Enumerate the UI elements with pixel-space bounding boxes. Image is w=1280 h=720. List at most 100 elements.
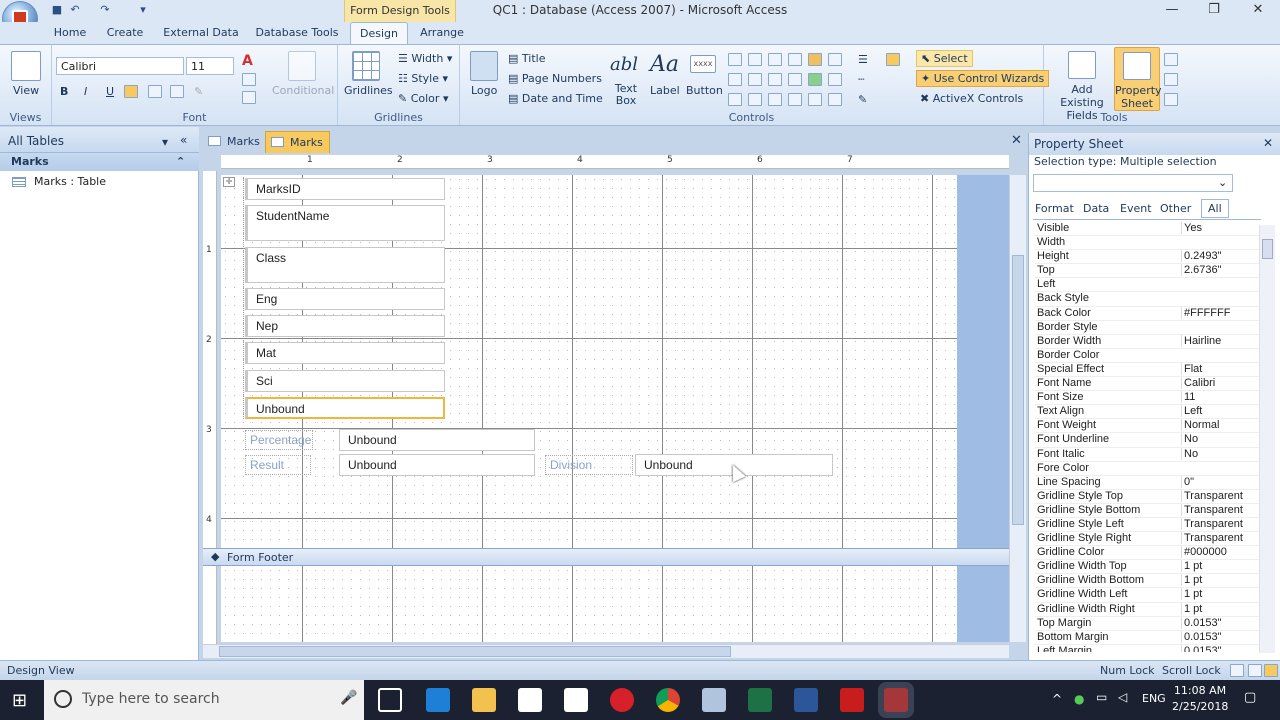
prop-tab-event[interactable]: Event bbox=[1120, 202, 1152, 215]
italic-button[interactable]: I bbox=[84, 85, 87, 98]
horizontal-scroll-thumb[interactable] bbox=[219, 646, 731, 657]
field-studentname-textbox[interactable]: StudentName bbox=[245, 205, 445, 241]
activex-button[interactable]: ✖ ActiveX Controls bbox=[920, 92, 1023, 105]
layout-view-icon[interactable] bbox=[1248, 664, 1262, 677]
doc-tab-marks-2[interactable]: Marks bbox=[265, 131, 330, 153]
qat-customize-icon[interactable]: ▾ bbox=[136, 3, 150, 17]
nav-group-marks[interactable]: Marks ⌃ bbox=[0, 153, 199, 171]
property-sheet-close-icon[interactable]: ✕ bbox=[1263, 136, 1273, 150]
view-code-icon[interactable] bbox=[1164, 93, 1178, 106]
property-value[interactable]: #000000 bbox=[1181, 546, 1259, 559]
title-button[interactable]: ▤ Title bbox=[508, 52, 545, 65]
tab-order-icon[interactable] bbox=[1164, 53, 1178, 66]
minimize-button[interactable]: — bbox=[1150, 0, 1194, 22]
property-row[interactable]: Bottom Margin 0.0153" bbox=[1035, 630, 1259, 645]
property-row[interactable]: Width bbox=[1035, 236, 1259, 251]
property-sheet-button[interactable]: Property Sheet bbox=[1114, 47, 1162, 111]
tab-create[interactable]: Create bbox=[102, 22, 148, 44]
property-row[interactable]: Left bbox=[1035, 278, 1259, 293]
underline-button[interactable]: U bbox=[106, 85, 114, 98]
volume-icon[interactable]: ◁ bbox=[1118, 690, 1127, 704]
file-explorer-icon[interactable] bbox=[472, 688, 496, 712]
conditional-icon[interactable] bbox=[288, 51, 316, 81]
vertical-scrollbar[interactable] bbox=[1009, 175, 1026, 642]
font-color-icon[interactable]: A bbox=[242, 53, 253, 69]
nav-header[interactable]: All Tables ▾ « bbox=[0, 127, 199, 153]
align-left-icon[interactable] bbox=[124, 85, 138, 98]
property-row[interactable]: Height 0.2493" bbox=[1035, 250, 1259, 265]
align-center-icon[interactable] bbox=[148, 85, 162, 98]
property-value[interactable]: Yes bbox=[1181, 222, 1259, 234]
bound-frame-icon[interactable] bbox=[828, 93, 842, 106]
property-row[interactable]: Font Name Calibri bbox=[1035, 377, 1259, 392]
task-view-icon[interactable] bbox=[378, 688, 402, 712]
option-button-icon[interactable] bbox=[748, 93, 762, 106]
tab-database-tools[interactable]: Database Tools bbox=[252, 22, 342, 44]
taskbar-search-box[interactable]: Type here to search 🎤 bbox=[44, 680, 364, 720]
toggle-icon[interactable] bbox=[828, 73, 842, 86]
notifications-icon[interactable]: ▢ bbox=[1244, 690, 1256, 705]
line-type-icon[interactable]: ┄ bbox=[858, 73, 872, 86]
clock-date[interactable]: 2/25/2018 bbox=[1172, 700, 1228, 713]
property-value[interactable]: 0.0153" bbox=[1181, 630, 1259, 643]
property-value[interactable]: Transparent bbox=[1181, 489, 1259, 502]
chart-icon[interactable] bbox=[808, 53, 822, 66]
web-browser-icon[interactable] bbox=[768, 53, 782, 66]
property-value[interactable]: 2.6736" bbox=[1181, 264, 1259, 277]
button-button[interactable]: Button bbox=[686, 84, 723, 97]
property-scrollbar[interactable] bbox=[1259, 225, 1275, 653]
check-box-icon[interactable] bbox=[768, 73, 782, 86]
navigation-icon[interactable] bbox=[788, 53, 802, 66]
property-row[interactable]: Text Align Left bbox=[1035, 405, 1259, 420]
format-painter-icon[interactable]: ✎ bbox=[194, 85, 208, 98]
percentage-textbox[interactable]: Unbound bbox=[339, 429, 535, 451]
line-thickness-icon[interactable]: ☰ bbox=[858, 53, 872, 66]
line-color-icon[interactable]: ✎ bbox=[858, 93, 872, 106]
tab-external-data[interactable]: External Data bbox=[162, 22, 240, 44]
tab-arrange[interactable]: Arrange bbox=[414, 22, 470, 44]
property-row[interactable]: Left Margin 0.0153" bbox=[1035, 644, 1259, 652]
option-group-icon[interactable] bbox=[828, 53, 842, 66]
property-value[interactable]: Transparent bbox=[1181, 517, 1259, 530]
word-icon[interactable] bbox=[794, 688, 818, 712]
property-row[interactable]: Font Weight Normal bbox=[1035, 419, 1259, 434]
chrome-icon[interactable] bbox=[656, 688, 680, 712]
property-value[interactable]: Transparent bbox=[1181, 503, 1259, 516]
field-eng-textbox[interactable]: Eng bbox=[245, 288, 445, 310]
start-icon[interactable]: ⊞ bbox=[12, 690, 27, 711]
access-icon[interactable] bbox=[884, 688, 908, 712]
attachment-icon[interactable] bbox=[808, 93, 822, 106]
form-footer-bar[interactable]: ◆ Form Footer bbox=[203, 548, 1009, 566]
tab-control-icon[interactable] bbox=[728, 53, 742, 66]
combo-box-icon[interactable] bbox=[728, 73, 742, 86]
property-value[interactable]: 0.2493" bbox=[1181, 250, 1259, 263]
tray-chevron-icon[interactable]: ^ bbox=[1052, 692, 1062, 706]
text-box-button[interactable]: Text Box bbox=[614, 83, 638, 107]
prop-tab-format[interactable]: Format bbox=[1035, 202, 1074, 215]
alt-fill-icon[interactable] bbox=[242, 91, 256, 104]
save-icon[interactable]: ■ bbox=[50, 3, 64, 17]
property-value[interactable]: Left bbox=[1181, 405, 1259, 418]
view-icon[interactable] bbox=[11, 51, 41, 81]
property-row[interactable]: Font Underline No bbox=[1035, 433, 1259, 448]
redo-icon[interactable]: ↷ bbox=[98, 3, 112, 17]
edge-icon[interactable] bbox=[426, 688, 450, 712]
field-class-textbox[interactable]: Class bbox=[245, 247, 445, 283]
field-nep-textbox[interactable]: Nep bbox=[245, 315, 445, 337]
property-value[interactable]: 1 pt bbox=[1181, 560, 1259, 573]
field-marksid-textbox[interactable]: MarksID bbox=[245, 178, 445, 200]
doc-tab-marks-1[interactable]: Marks bbox=[203, 131, 266, 153]
property-row[interactable]: Gridline Style Bottom Transparent bbox=[1035, 503, 1259, 518]
property-value[interactable]: No bbox=[1181, 433, 1259, 446]
property-value[interactable]: 0" bbox=[1181, 475, 1259, 488]
tray-app-icon[interactable]: ● bbox=[1074, 692, 1084, 706]
logo-button[interactable]: Logo bbox=[471, 84, 497, 97]
select-control-icon[interactable] bbox=[886, 53, 900, 66]
prop-tab-data[interactable]: Data bbox=[1083, 202, 1109, 215]
gridlines-button[interactable]: Gridlines bbox=[344, 84, 393, 97]
subform-icon[interactable] bbox=[1164, 73, 1178, 86]
collapse-icon[interactable]: ⌃ bbox=[176, 155, 185, 168]
bold-button[interactable]: B bbox=[60, 85, 68, 98]
property-row[interactable]: Gridline Style Right Transparent bbox=[1035, 532, 1259, 547]
property-value[interactable]: Calibri bbox=[1181, 377, 1259, 390]
